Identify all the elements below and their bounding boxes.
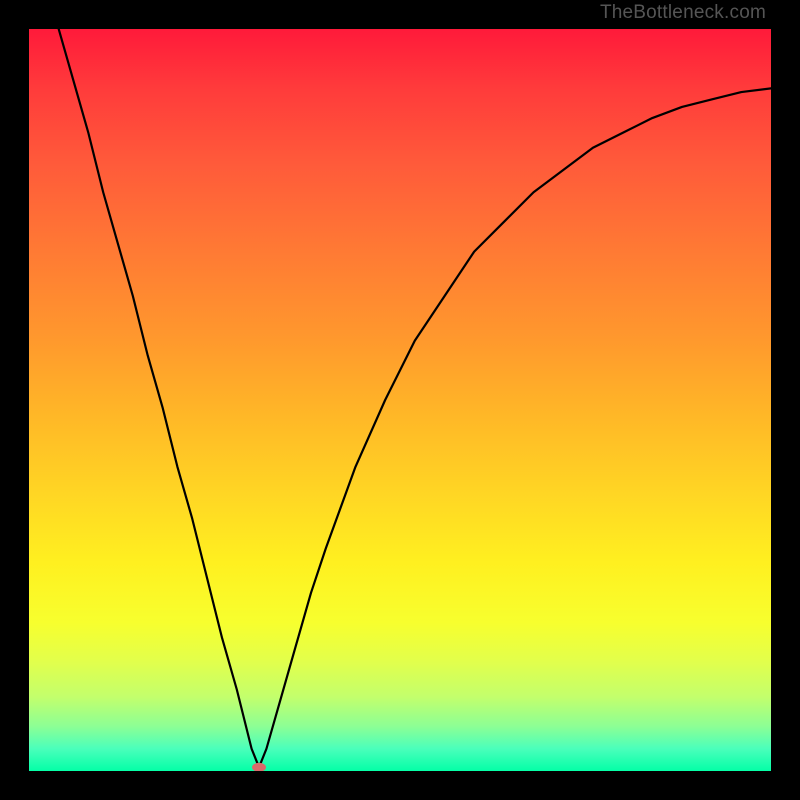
minimum-marker [252,763,266,771]
chart-container: TheBottleneck.com [0,0,800,800]
bottleneck-curve [29,29,771,771]
plot-area [29,29,771,771]
watermark-text: TheBottleneck.com [600,2,766,24]
